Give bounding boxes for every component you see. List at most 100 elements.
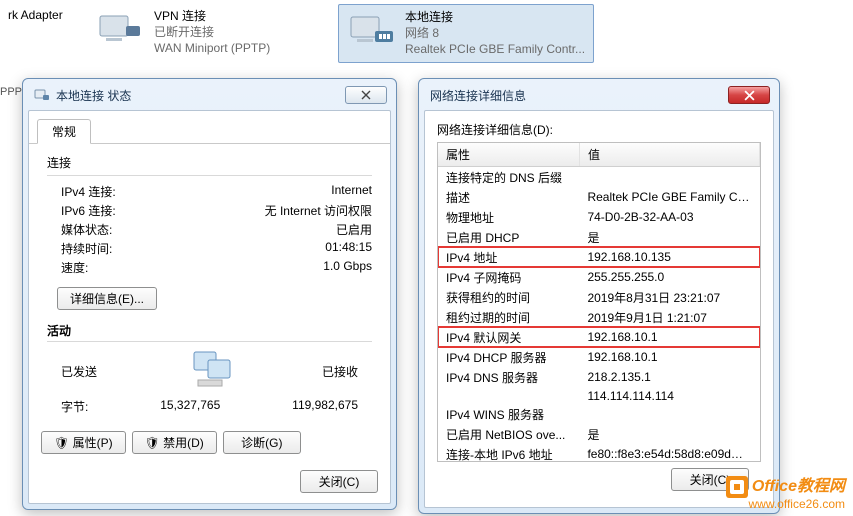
prop-cell: 连接特定的 DNS 后缀 — [438, 167, 579, 188]
speed-value: 1.0 Gbps — [323, 259, 372, 276]
status-dialog: 本地连接 状态 常规 连接 IPv4 连接: Internet IPv6 连接: 无… — [22, 78, 397, 510]
value-cell: 192.168.10.135 — [579, 247, 759, 267]
duration-value: 01:48:15 — [325, 240, 372, 257]
value-cell: 是 — [579, 424, 759, 444]
wm-url: www.office26.com — [726, 498, 845, 512]
details-dialog: 网络连接详细信息 网络连接详细信息(D): 属性 值 连接特定的 DNS 后缀描… — [418, 78, 780, 514]
value-cell: fe80::f8e3:e54d:58d8:e09d%21 — [579, 444, 759, 462]
sent-bytes: 15,327,765 — [160, 398, 220, 415]
table-row[interactable]: 描述Realtek PCIe GBE Family Contro — [438, 187, 760, 207]
wm-text1: Office — [752, 478, 797, 495]
table-row[interactable]: IPv4 地址192.168.10.135 — [438, 247, 760, 267]
adapter-list: rk Adapter VPN 连接 已断开连接 WAN Miniport (PP… — [0, 0, 853, 67]
prop-cell: IPv4 DHCP 服务器 — [438, 347, 579, 367]
media-value: 已启用 — [336, 221, 372, 238]
connection-icon — [34, 87, 50, 103]
prop-cell: 物理地址 — [438, 207, 579, 227]
table-row[interactable]: 已启用 NetBIOS ove...是 — [438, 424, 760, 444]
sent-label: 已发送 — [61, 363, 97, 380]
diagnose-button[interactable]: 诊断(G) — [223, 431, 301, 454]
value-cell: Realtek PCIe GBE Family Contro — [579, 187, 759, 207]
adapter-name: rk Adapter — [8, 8, 63, 22]
table-row[interactable]: 租约过期的时间2019年9月1日 1:21:07 — [438, 307, 760, 327]
adapter-status: 已断开连接 — [154, 24, 270, 40]
prop-cell: IPv4 WINS 服务器 — [438, 404, 579, 424]
tab-general[interactable]: 常规 — [37, 119, 91, 144]
value-cell: 2019年9月1日 1:21:07 — [579, 307, 759, 327]
value-cell: 2019年8月31日 23:21:07 — [579, 287, 759, 307]
duration-label: 持续时间: — [47, 240, 112, 257]
ethernet-icon — [347, 9, 395, 49]
col-value[interactable]: 值 — [579, 143, 759, 167]
dialog-title: 网络连接详细信息 — [430, 87, 526, 104]
watermark: Office教程网 www.office26.com — [726, 476, 845, 512]
section-connection: 连接 — [47, 154, 372, 171]
table-row[interactable]: IPv4 DHCP 服务器192.168.10.1 — [438, 347, 760, 367]
adapter-name: 本地连接 — [405, 9, 585, 25]
value-cell: 74-D0-2B-32-AA-03 — [579, 207, 759, 227]
adapter-partial[interactable]: rk Adapter — [0, 4, 88, 63]
ipv6-conn-label: IPv6 连接: — [47, 202, 116, 219]
table-row[interactable]: IPv4 子网掩码255.255.255.0 — [438, 267, 760, 287]
value-cell — [579, 167, 759, 188]
prop-cell: 获得租约的时间 — [438, 287, 579, 307]
section-activity: 活动 — [47, 322, 372, 339]
details-listview[interactable]: 属性 值 连接特定的 DNS 后缀描述Realtek PCIe GBE Fami… — [437, 142, 761, 462]
close-button[interactable]: 关闭(C) — [300, 470, 378, 493]
close-button[interactable] — [345, 86, 387, 104]
adapter-local[interactable]: 本地连接 网络 8 Realtek PCIe GBE Family Contr.… — [338, 4, 594, 63]
properties-button[interactable]: 🛡 属性(P) — [41, 431, 126, 454]
table-row[interactable]: 连接特定的 DNS 后缀 — [438, 167, 760, 188]
ipv6-conn-value: 无 Internet 访问权限 — [265, 202, 372, 219]
table-row[interactable]: 连接-本地 IPv6 地址fe80::f8e3:e54d:58d8:e09d%2… — [438, 444, 760, 462]
table-row[interactable]: IPv4 DNS 服务器218.2.135.1 — [438, 367, 760, 387]
table-row[interactable]: 114.114.114.114 — [438, 387, 760, 404]
table-row[interactable]: IPv4 WINS 服务器 — [438, 404, 760, 424]
value-cell: 是 — [579, 227, 759, 247]
prop-cell: IPv4 子网掩码 — [438, 267, 579, 287]
vpn-icon — [96, 8, 144, 48]
logo-icon — [726, 476, 748, 498]
table-row[interactable]: IPv4 默认网关192.168.10.1 — [438, 327, 760, 347]
value-cell: 218.2.135.1 — [579, 367, 759, 387]
adapter-device: Realtek PCIe GBE Family Contr... — [405, 41, 585, 57]
adapter-vpn[interactable]: VPN 连接 已断开连接 WAN Miniport (PPTP) — [88, 4, 338, 63]
close-button-x[interactable] — [728, 86, 770, 104]
prop-cell: 连接-本地 IPv6 地址 — [438, 444, 579, 462]
titlebar: 网络连接详细信息 — [424, 84, 774, 110]
ipv4-conn-value: Internet — [331, 183, 372, 200]
details-label: 网络连接详细信息(D): — [437, 121, 761, 138]
prop-cell: 描述 — [438, 187, 579, 207]
value-cell: 192.168.10.1 — [579, 327, 759, 347]
prop-cell — [438, 387, 579, 404]
media-label: 媒体状态: — [47, 221, 112, 238]
disable-button[interactable]: 🛡 禁用(D) — [132, 431, 217, 454]
adapter-network: 网络 8 — [405, 25, 585, 41]
adapter-device: WAN Miniport (PPTP) — [154, 40, 270, 56]
prop-cell: IPv4 DNS 服务器 — [438, 367, 579, 387]
bytes-label: 字节: — [61, 398, 88, 415]
prop-cell: IPv4 默认网关 — [438, 327, 579, 347]
recv-label: 已接收 — [322, 363, 358, 380]
value-cell: 192.168.10.1 — [579, 347, 759, 367]
value-cell: 114.114.114.114 — [579, 387, 759, 404]
prop-cell: 租约过期的时间 — [438, 307, 579, 327]
dialog-title: 本地连接 状态 — [56, 87, 131, 104]
value-cell: 255.255.255.0 — [579, 267, 759, 287]
tabs: 常规 — [29, 111, 390, 144]
col-property[interactable]: 属性 — [438, 143, 579, 167]
table-row[interactable]: 获得租约的时间2019年8月31日 23:21:07 — [438, 287, 760, 307]
details-button[interactable]: 详细信息(E)... — [57, 287, 157, 310]
table-row[interactable]: 已启用 DHCP是 — [438, 227, 760, 247]
recv-bytes: 119,982,675 — [292, 398, 358, 415]
activity-icon — [178, 348, 242, 394]
ipv4-conn-label: IPv4 连接: — [47, 183, 116, 200]
table-row[interactable]: 物理地址74-D0-2B-32-AA-03 — [438, 207, 760, 227]
prop-cell: IPv4 地址 — [438, 247, 579, 267]
value-cell — [579, 404, 759, 424]
prop-cell: 已启用 NetBIOS ove... — [438, 424, 579, 444]
adapter-name: VPN 连接 — [154, 8, 270, 24]
wm-text2: 教程网 — [797, 478, 845, 495]
titlebar: 本地连接 状态 — [28, 84, 391, 110]
prop-cell: 已启用 DHCP — [438, 227, 579, 247]
